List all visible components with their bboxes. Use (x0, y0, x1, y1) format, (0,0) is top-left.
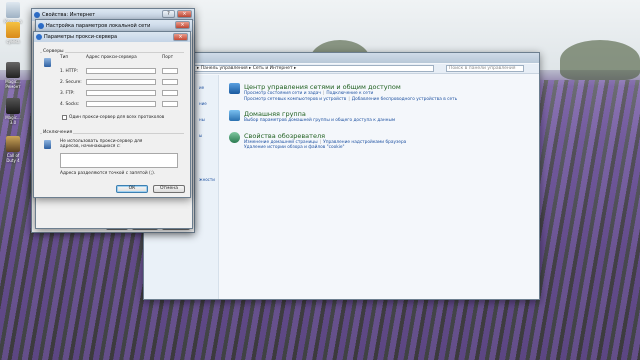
desktop-icon-label: Magic... Ремонт (5, 79, 21, 89)
dialog-title: Свойства: Интернет (42, 12, 96, 18)
close-button[interactable]: × (177, 10, 192, 18)
internet-icon (36, 34, 42, 40)
link[interactable]: Подключение к сети (326, 91, 373, 96)
col-address: Адрес прокси-сервера (86, 55, 137, 60)
sidebar-link[interactable]: ние (199, 101, 207, 106)
secure-address-input[interactable] (86, 79, 156, 85)
internet-icon (38, 23, 44, 29)
internet-options-icon (229, 131, 240, 143)
search-input[interactable]: Поиск в панели управления (446, 65, 524, 72)
network-icon (229, 83, 240, 94)
close-button[interactable]: × (175, 21, 190, 29)
dialog-title: Настройка параметров локальной сети (46, 23, 151, 29)
secure-port-input[interactable] (162, 79, 178, 85)
sidebar-link[interactable]: ы (199, 133, 202, 138)
exceptions-description: Не использовать прокси-сервер для адресо… (60, 139, 143, 149)
exceptions-textarea[interactable] (60, 153, 178, 168)
group-label: Серверы (42, 49, 65, 54)
control-panel-titlebar (144, 53, 539, 63)
section-title[interactable]: Домашняя группа (244, 110, 529, 118)
http-address-input[interactable] (86, 68, 156, 74)
ftp-address-input[interactable] (86, 90, 156, 96)
address-path[interactable]: ▸ Панель управления ▸ Сеть и Интернет ▸ (194, 65, 434, 72)
desktop-icon-label: Call of Duty 4 (6, 153, 20, 163)
proxy-titlebar: Параметры прокси-сервера × (34, 32, 190, 42)
desktop-icon-magic-repair[interactable]: Magic... Ремонт (3, 62, 23, 89)
app-icon (6, 62, 20, 78)
desktop-icon-label: Magic... 3.0 (5, 115, 21, 125)
link[interactable]: Добавление беспроводного устройства в се… (352, 97, 457, 102)
desktop-icon-cod4[interactable]: Call of Duty 4 (3, 136, 23, 163)
row-label-http: 1. HTTP: (60, 69, 78, 74)
row-label-secure: 2. Secure: (60, 80, 82, 85)
sidebar-link[interactable]: жности (199, 177, 215, 182)
exceptions-hint: Адреса разделяются точкой с запятой (;). (60, 171, 156, 176)
link[interactable]: Выбор параметров домашней группы и общег… (244, 118, 395, 123)
internet-icon (34, 12, 40, 18)
ftp-port-input[interactable] (162, 90, 178, 96)
link[interactable]: Просмотр сетевых компьютеров и устройств (244, 97, 346, 102)
ok-button[interactable]: ОК (116, 185, 148, 193)
folder-icon (6, 22, 20, 38)
sidebar-link[interactable]: ны (199, 117, 205, 122)
same-proxy-checkbox[interactable] (62, 115, 67, 120)
homegroup-icon (229, 110, 240, 121)
desktop-icon-magic-3[interactable]: Magic... 3.0 (3, 98, 23, 125)
http-port-input[interactable] (162, 68, 178, 74)
sidebar-link[interactable]: ие (199, 85, 204, 90)
tree (560, 40, 640, 80)
socks-address-input[interactable] (86, 101, 156, 107)
internet-options-section: Свойства обозревателя Изменение домашней… (229, 131, 529, 151)
servers-group: Серверы (40, 49, 184, 118)
homegroup-section: Домашняя группа Выбор параметров домашне… (229, 110, 529, 124)
control-panel-main: Центр управления сетями и общим доступом… (229, 83, 529, 159)
section-title[interactable]: Центр управления сетями и общим доступом (244, 83, 529, 91)
close-button[interactable]: × (173, 33, 188, 41)
group-label: Исключения (42, 130, 74, 135)
socks-port-input[interactable] (162, 101, 178, 107)
row-label-ftp: 3. FTP: (60, 91, 75, 96)
cancel-button[interactable]: Отмена (153, 185, 185, 193)
recycle-bin-icon (6, 2, 20, 18)
row-label-socks: 4. Socks: (60, 102, 80, 107)
link[interactable]: Управление надстройками браузера (323, 140, 406, 145)
proxy-settings-dialog: Параметры прокси-сервера × Серверы Тип А… (33, 31, 191, 198)
game-icon (6, 136, 20, 152)
network-center-section: Центр управления сетями и общим доступом… (229, 83, 529, 102)
desktop-icon-label: сумма (6, 39, 20, 44)
link[interactable]: Удаление истории обзора и файлов "cookie… (244, 145, 345, 150)
server-icon (44, 58, 51, 67)
link[interactable]: Изменение домашней страницы (244, 140, 318, 145)
col-port: Порт (162, 55, 174, 60)
link[interactable]: Просмотр состояния сети и задач (244, 91, 321, 96)
desktop-icon-recycle-bin[interactable]: Корзина (3, 2, 23, 24)
col-type: Тип (60, 55, 69, 60)
section-title[interactable]: Свойства обозревателя (244, 132, 529, 140)
app-icon (6, 98, 20, 114)
same-proxy-label: Один прокси-сервер для всех протоколов (69, 115, 165, 120)
control-panel-window: ▸ Панель управления ▸ Сеть и Интернет ▸ … (143, 52, 540, 300)
exceptions-icon (44, 140, 51, 149)
desktop-icon-sum[interactable]: сумма (3, 22, 23, 44)
address-bar: ▸ Панель управления ▸ Сеть и Интернет ▸ … (144, 64, 539, 74)
help-button[interactable]: ? (162, 10, 175, 18)
dialog-title: Параметры прокси-сервера (44, 34, 118, 40)
